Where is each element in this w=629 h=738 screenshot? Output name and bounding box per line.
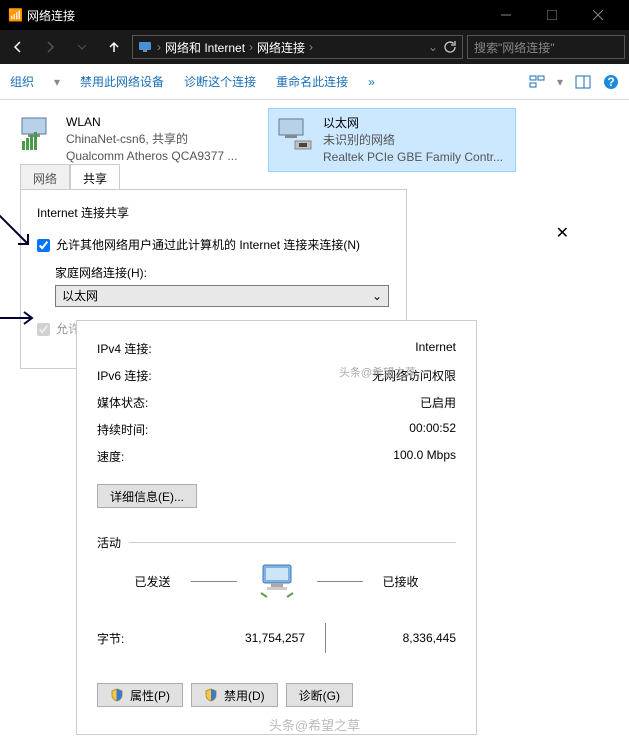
bytes-sent: 31,754,257 [195,631,305,645]
shield-icon [110,688,124,702]
allow-sharing-label: 允许其他网络用户通过此计算机的 Internet 连接来连接(N) [37,237,390,254]
ethernet-icon [275,115,315,155]
disable-device[interactable]: 禁用此网络设备 [80,73,164,90]
computer-icon [257,563,297,599]
ipv4-label: IPv4 连接: [97,340,152,357]
back-button[interactable] [4,34,32,60]
network-icon [137,39,153,55]
more-commands[interactable]: » [368,75,375,89]
forward-button[interactable] [36,34,64,60]
shield-icon [204,688,218,702]
ipv6-label: IPv6 连接: [97,367,152,384]
organize-menu[interactable]: 组织 [10,73,34,90]
allow-sharing-checkbox[interactable] [37,239,50,252]
disable-button[interactable]: 禁用(D) [191,683,278,707]
ipv4-value: Internet [415,340,456,357]
watermark-footer: 头条@希望之草 [0,715,629,734]
adapter-status: 未识别的网络 [323,132,503,149]
media-label: 媒体状态: [97,394,148,411]
navbar: › 网络和 Internet › 网络连接 › ⌄ 搜索"网络连接" [0,30,629,64]
diagnose-button[interactable]: 诊断(G) [286,683,353,707]
up-button[interactable] [100,34,128,60]
details-button[interactable]: 详细信息(E)... [97,484,197,508]
help-icon[interactable]: ? [603,74,619,90]
close-button[interactable] [575,0,621,30]
status-panel: 头条@希望之草 IPv4 连接:Internet IPv6 连接:无网络访问权限… [76,320,477,735]
duration-value: 00:00:52 [409,421,456,438]
media-value: 已启用 [420,394,456,411]
section-title: Internet 连接共享 [37,204,390,221]
adapter-status: ChinaNet-csn6, 共享的 [66,131,237,148]
properties-button[interactable]: 属性(P) [97,683,183,707]
adapter-name: WLAN [66,114,237,131]
search-placeholder: 搜索"网络连接" [474,39,555,56]
diagnose-connection[interactable]: 诊断这个连接 [184,73,256,90]
bytes-received: 8,336,445 [346,631,456,645]
annotation-arrow [0,310,36,326]
breadcrumb-1[interactable]: 网络和 Internet [165,39,245,56]
maximize-button[interactable] [529,0,575,30]
titlebar: 📶 网络连接 [0,0,629,30]
command-bar: 组织▾ 禁用此网络设备 诊断这个连接 重命名此连接 » ▾ ? [0,64,629,100]
bytes-label: 字节: [97,630,124,647]
chevron-down-icon: ⌄ [372,289,382,303]
breadcrumb-2[interactable]: 网络连接 [257,39,305,56]
chevron-right-icon: › [157,40,161,54]
sent-label: 已发送 [134,573,170,590]
address-bar[interactable]: › 网络和 Internet › 网络连接 › ⌄ [132,35,463,59]
annotation-arrow [0,212,36,252]
activity-label: 活动 [97,534,121,551]
window-title: 网络连接 [23,7,483,24]
duration-label: 持续时间: [97,421,148,438]
folder-icon: 📶 [8,8,23,22]
adapter-wlan[interactable]: WLAN ChinaNet-csn6, 共享的 Qualcomm Atheros… [12,108,260,172]
home-connection-select[interactable]: 以太网 ⌄ [55,285,389,307]
speed-label: 速度: [97,448,124,465]
minimize-button[interactable] [483,0,529,30]
view-options-icon[interactable] [529,74,545,90]
chevron-right-icon: › [249,40,253,54]
speed-value: 100.0 Mbps [393,448,456,465]
adapter-ethernet[interactable]: 以太网 未识别的网络 Realtek PCIe GBE Family Contr… [268,108,516,172]
preview-pane-icon[interactable] [575,74,591,90]
watermark: 头条@希望之草 [339,364,416,380]
svg-text:?: ? [607,75,614,89]
received-label: 已接收 [383,573,419,590]
allow-control-checkbox [37,323,50,336]
adapter-device: Realtek PCIe GBE Family Contr... [323,149,503,166]
refresh-icon[interactable] [442,39,458,55]
dialog-close-button[interactable]: ✕ [556,223,569,243]
rename-connection[interactable]: 重命名此连接 [276,73,348,90]
history-dropdown[interactable] [68,34,96,60]
adapter-name: 以太网 [323,115,503,132]
adapter-device: Qualcomm Atheros QCA9377 ... [66,148,237,165]
chevron-down-icon[interactable]: ⌄ [428,40,438,54]
chevron-right-icon: › [309,40,313,54]
search-input[interactable]: 搜索"网络连接" [467,35,625,59]
home-connection-label: 家庭网络连接(H): [55,264,390,281]
wlan-icon [18,114,58,154]
